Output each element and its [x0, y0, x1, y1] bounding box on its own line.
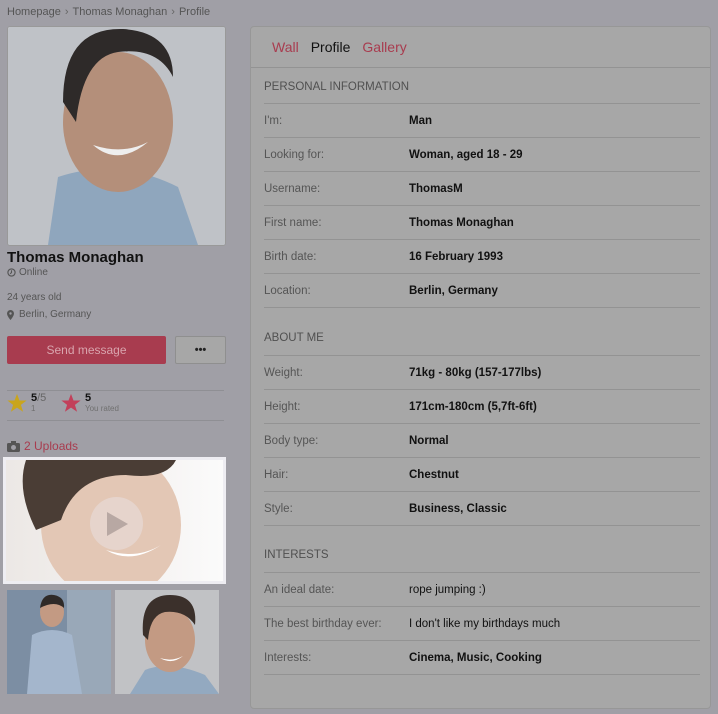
info-row: The best birthday ever: I don't like my b… [264, 606, 700, 640]
info-value: 171cm-180cm (5,7ft-6ft) [409, 400, 537, 413]
breadcrumb-homepage[interactable]: Homepage [7, 6, 61, 18]
star-red-icon[interactable] [61, 393, 81, 413]
info-label: The best birthday ever: [264, 617, 382, 630]
rating-count: 1 [31, 404, 36, 413]
section-title-interests: INTERESTS [264, 549, 329, 561]
more-options-button[interactable]: ••• [175, 336, 226, 364]
profile-photo-image [8, 27, 225, 245]
send-message-button[interactable]: Send message [7, 336, 166, 364]
gallery-thumbnail[interactable] [7, 590, 111, 694]
tab-wall[interactable]: Wall [272, 39, 299, 55]
info-row: I'm: Man [264, 103, 700, 137]
info-label: Weight: [264, 366, 303, 379]
info-value: 71kg - 80kg (157-177lbs) [409, 366, 542, 379]
online-status-label: Online [19, 267, 48, 278]
chevron-right-icon: › [171, 6, 175, 18]
average-rating: 5/5 1 [7, 393, 46, 413]
info-label: Username: [264, 182, 321, 195]
info-value: Woman, aged 18 - 29 [409, 148, 523, 161]
info-label: An ideal date: [264, 583, 335, 596]
info-label: Interests: [264, 651, 312, 664]
info-label: Birth date: [264, 250, 317, 263]
info-value: Berlin, Germany [409, 284, 498, 297]
profile-location-label: Berlin, Germany [19, 309, 92, 320]
info-value: I don't like my birthdays much [409, 617, 561, 630]
info-row: Hair: Chestnut [264, 457, 700, 491]
info-row: Interests: Cinema, Music, Cooking [264, 640, 700, 675]
info-row: Location: Berlin, Germany [264, 273, 700, 308]
breadcrumb-current: Profile [178, 6, 211, 18]
info-value: Thomas Monaghan [409, 216, 514, 229]
info-row: Looking for: Woman, aged 18 - 29 [264, 137, 700, 171]
map-pin-icon [7, 309, 14, 320]
info-row: An ideal date: rope jumping :) [264, 572, 700, 606]
online-status: Online [7, 267, 48, 278]
play-icon [106, 511, 128, 536]
uploads-label: 2 Uploads [24, 439, 79, 453]
breadcrumb-user[interactable]: Thomas Monaghan [73, 6, 168, 18]
section-title-personal: PERSONAL INFORMATION [264, 81, 410, 93]
user-rating-value: 5 [85, 392, 92, 404]
info-label: Height: [264, 400, 301, 413]
play-button[interactable] [90, 497, 143, 550]
profile-photo[interactable] [7, 26, 226, 246]
info-row: Style: Business, Classic [264, 491, 700, 526]
breadcrumb: Homepage › Thomas Monaghan › Profile [7, 6, 210, 18]
info-row: Birth date: 16 February 1993 [264, 239, 700, 273]
tab-gallery[interactable]: Gallery [362, 39, 406, 55]
profile-name: Thomas Monaghan [7, 249, 144, 266]
average-rating-max: /5 [37, 392, 47, 404]
profile-location: Berlin, Germany [7, 309, 91, 320]
info-label: Hair: [264, 468, 289, 481]
info-label: Location: [264, 284, 311, 297]
info-row: Weight: 71kg - 80kg (157-177lbs) [264, 355, 700, 389]
camera-icon [7, 440, 20, 452]
profile-panel: Wall Profile Gallery PERSONAL INFORMATIO… [250, 26, 711, 709]
info-row: Username: ThomasM [264, 171, 700, 205]
info-label: Looking for: [264, 148, 325, 161]
tab-profile[interactable]: Profile [311, 39, 351, 55]
profile-age: 24 years old [7, 292, 62, 303]
info-label: Body type: [264, 434, 319, 447]
star-gold-icon [7, 393, 27, 412]
info-value: Business, Classic [409, 502, 507, 515]
user-rating-label: You rated [85, 404, 119, 413]
divider [7, 390, 224, 391]
gallery-thumbnail-image [7, 590, 111, 694]
section-title-about: ABOUT ME [264, 332, 324, 344]
info-value: Cinema, Music, Cooking [409, 651, 542, 664]
info-label: Style: [264, 502, 293, 515]
info-label: I'm: [264, 114, 283, 127]
divider [7, 420, 224, 421]
info-value: Chestnut [409, 468, 459, 481]
info-value: Man [409, 114, 432, 127]
video-thumbnail[interactable] [3, 457, 226, 584]
gallery-thumbnail-image [115, 590, 219, 694]
user-rating[interactable]: 5 You rated [61, 393, 119, 413]
info-label: First name: [264, 216, 322, 229]
info-row: First name: Thomas Monaghan [264, 205, 700, 239]
chevron-right-icon: › [64, 6, 69, 18]
info-value: 16 February 1993 [409, 250, 503, 263]
gallery-thumbnail[interactable] [115, 590, 219, 694]
info-row: Body type: Normal [264, 423, 700, 457]
info-value: rope jumping :) [409, 583, 486, 596]
info-row: Height: 171cm-180cm (5,7ft-6ft) [264, 389, 700, 423]
info-value: ThomasM [409, 182, 463, 195]
clock-icon [7, 268, 16, 277]
uploads-link[interactable]: 2 Uploads [7, 439, 78, 453]
info-value: Normal [409, 434, 449, 447]
tab-bar: Wall Profile Gallery [251, 27, 710, 68]
